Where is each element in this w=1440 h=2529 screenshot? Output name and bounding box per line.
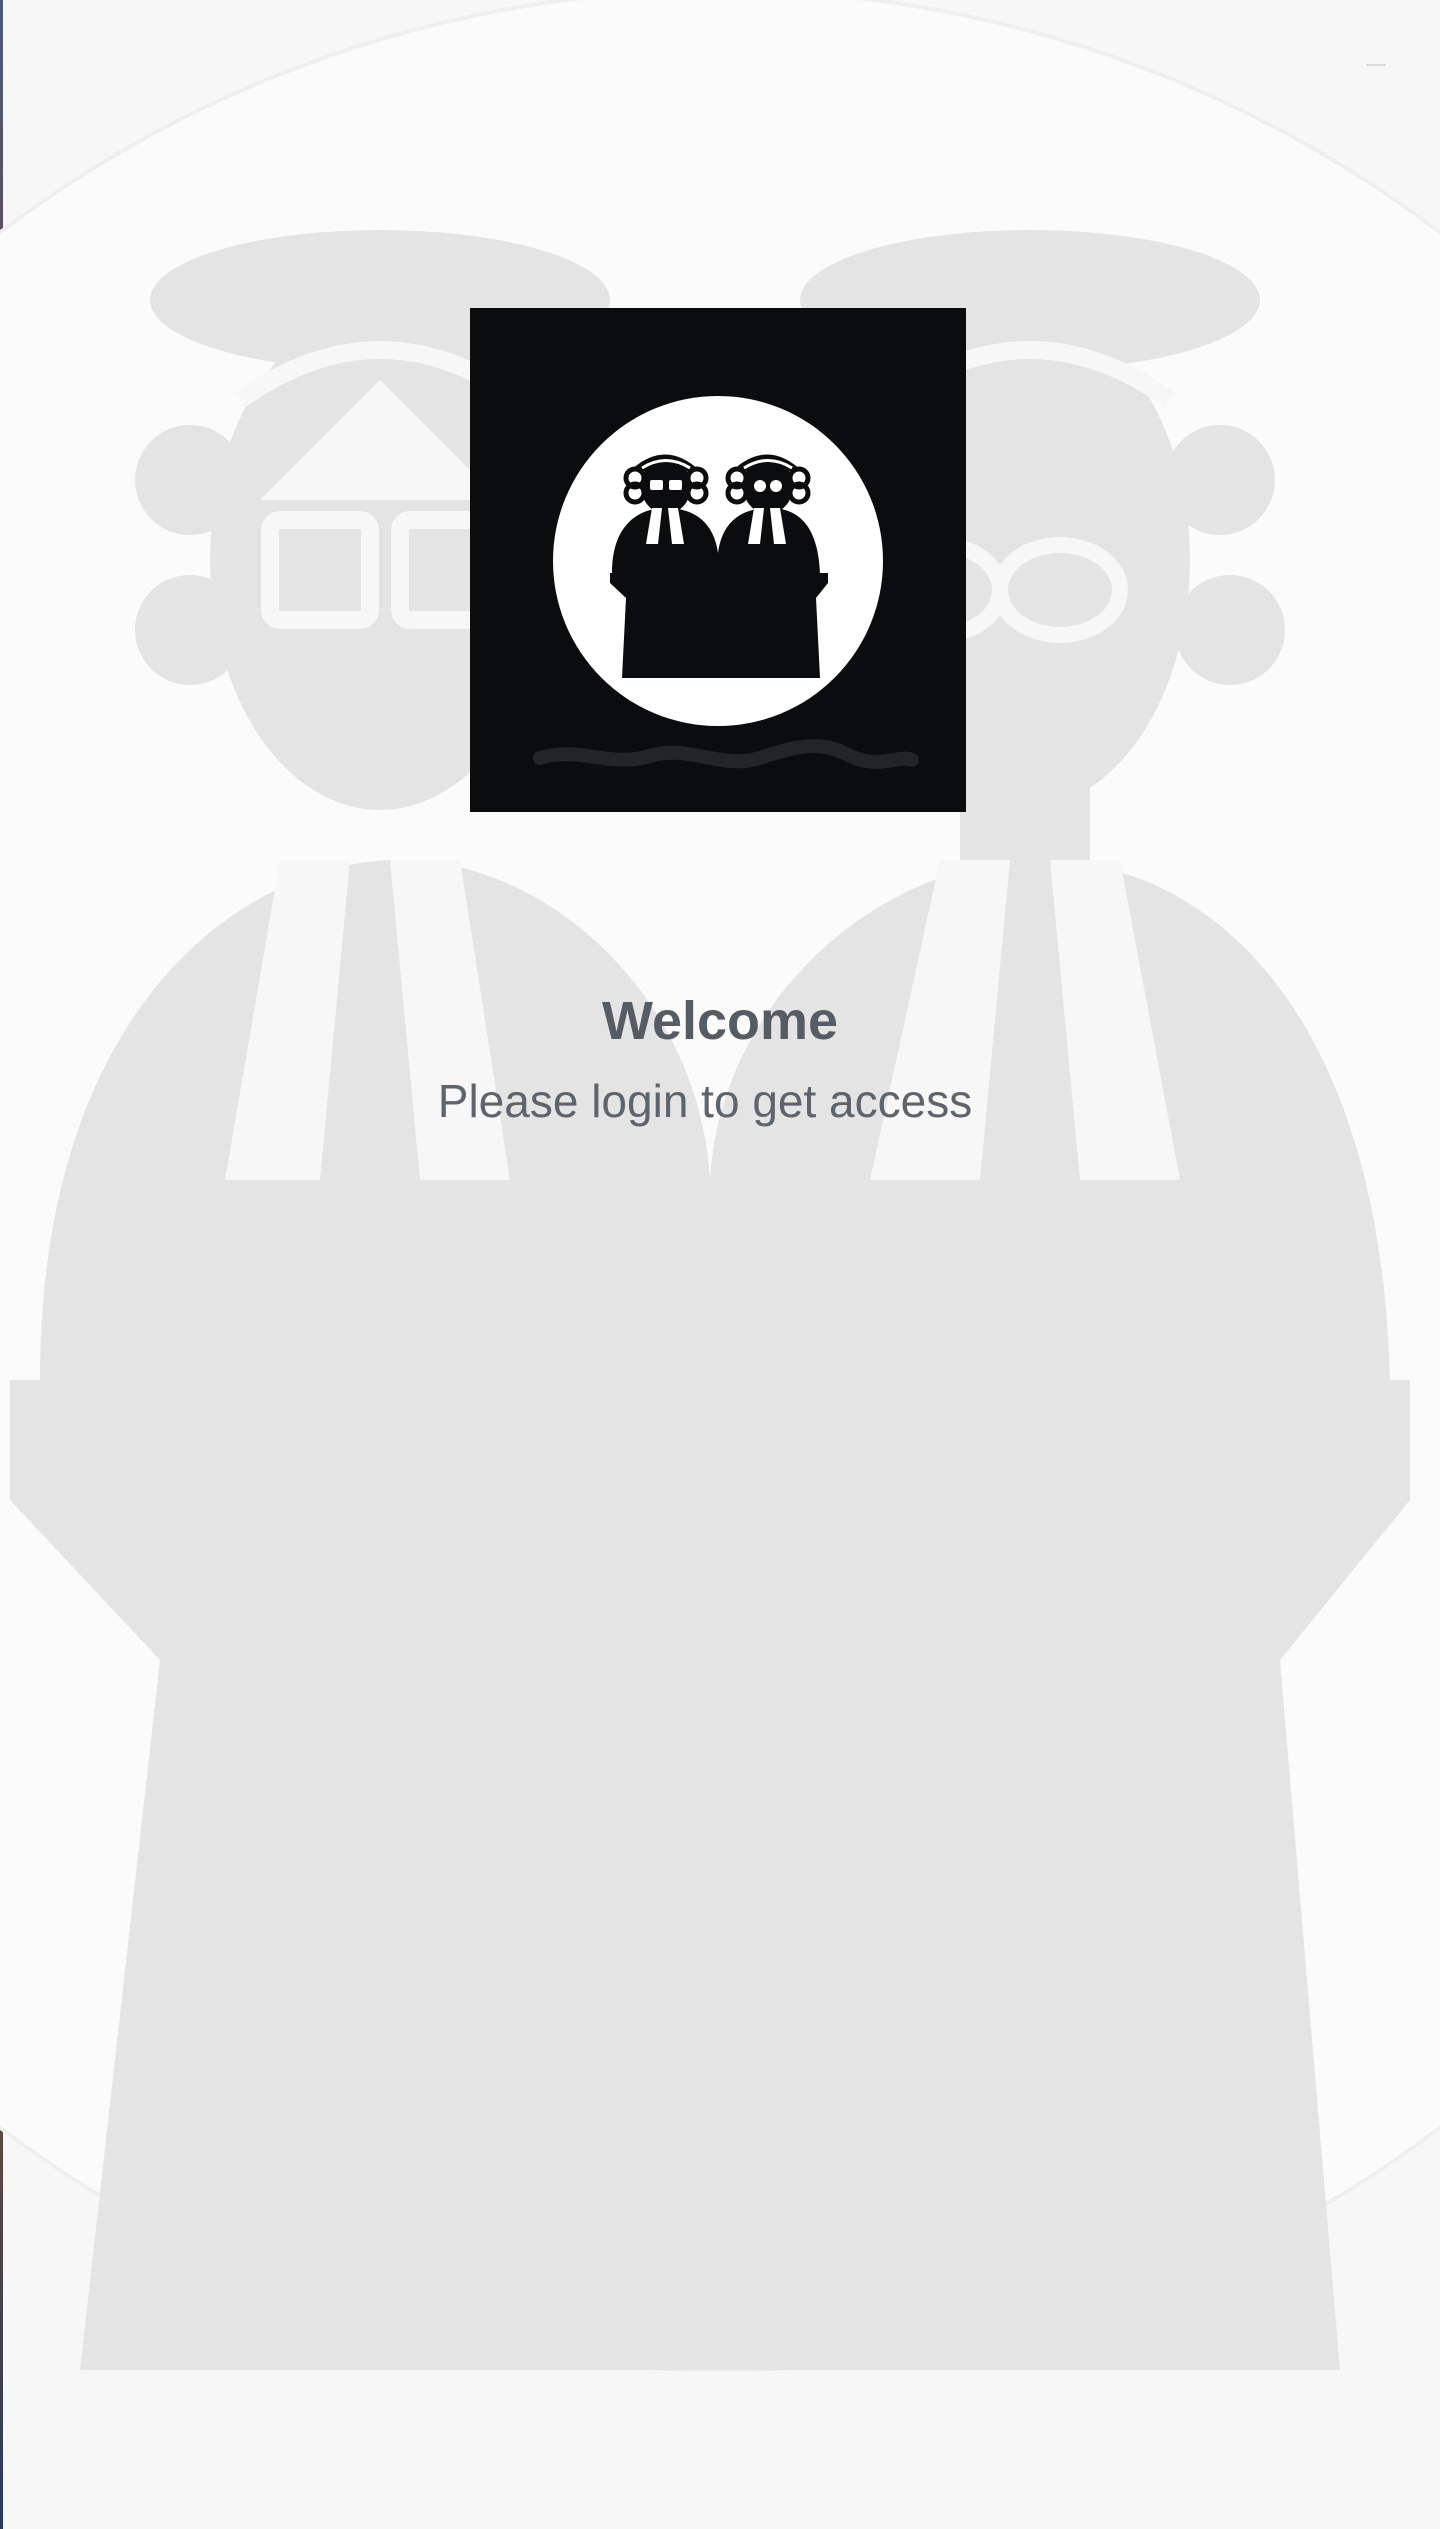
login-subtitle: Please login to get access xyxy=(437,1075,973,1127)
window-control xyxy=(1366,64,1386,66)
welcome-title: Welcome xyxy=(601,991,839,1051)
judges-logo-icon xyxy=(533,396,919,769)
app-logo xyxy=(470,308,966,812)
login-screen: Welcome Please login to get access xyxy=(0,0,1440,2529)
